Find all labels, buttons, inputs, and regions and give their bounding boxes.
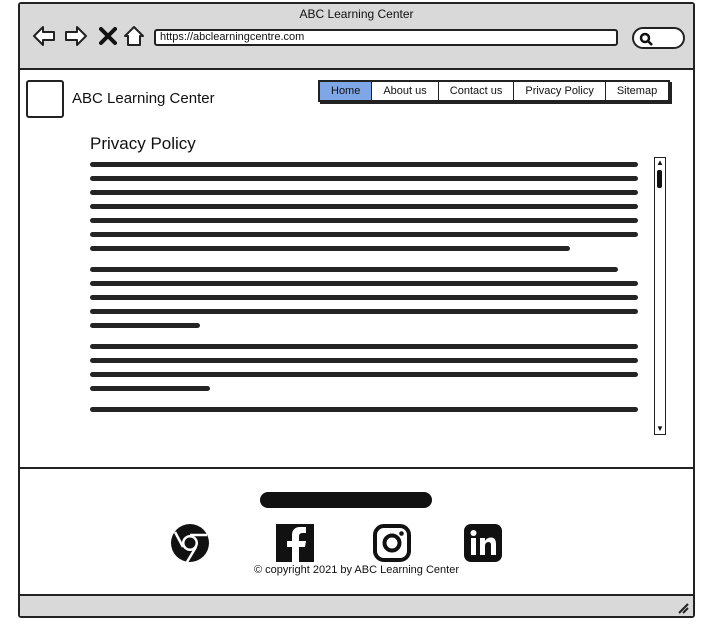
- browser-statusbar: [20, 594, 693, 616]
- address-bar[interactable]: https://abclearningcentre.com: [154, 29, 618, 46]
- policy-text-area: [90, 158, 650, 438]
- forward-arrow-icon[interactable]: [64, 24, 88, 48]
- copyright-text: © copyright 2021 by ABC Learning Center: [253, 564, 459, 576]
- placeholder-text-line: [90, 323, 200, 328]
- site-logo[interactable]: [26, 80, 64, 118]
- page-title: Privacy Policy: [90, 134, 196, 153]
- scroll-up-icon[interactable]: ▲: [655, 158, 665, 168]
- placeholder-text-line: [90, 204, 638, 209]
- site-name: ABC Learning Center: [72, 90, 215, 107]
- instagram-icon[interactable]: [372, 523, 412, 563]
- placeholder-text-line: [90, 267, 618, 272]
- browser-titlebar: ABC Learning Center https://abclearningc…: [20, 4, 693, 70]
- resize-grip-icon[interactable]: [675, 600, 689, 614]
- placeholder-text-line: [90, 246, 570, 251]
- window-title: ABC Learning Center: [299, 7, 414, 21]
- placeholder-text-line: [90, 372, 638, 377]
- scroll-down-icon[interactable]: ▼: [655, 424, 665, 434]
- nav-privacy-policy[interactable]: Privacy Policy: [514, 82, 606, 100]
- placeholder-text-line: [90, 407, 638, 412]
- placeholder-text-line: [90, 386, 210, 391]
- footer-placeholder-text: [260, 492, 432, 508]
- placeholder-text-line: [90, 162, 638, 167]
- placeholder-text-line: [90, 281, 638, 286]
- placeholder-text-line: [90, 232, 638, 237]
- placeholder-text-line: [90, 344, 638, 349]
- footer-divider: [20, 467, 693, 469]
- content-scrollbar[interactable]: ▲ ▼: [654, 157, 666, 435]
- nav-sitemap[interactable]: Sitemap: [606, 82, 668, 100]
- nav-contact-us[interactable]: Contact us: [439, 82, 515, 100]
- policy-paragraph-2: [90, 267, 650, 328]
- placeholder-text-line: [90, 358, 638, 363]
- linkedin-icon[interactable]: [463, 523, 503, 563]
- policy-paragraph-1: [90, 162, 650, 251]
- placeholder-text-line: [90, 190, 638, 195]
- nav-about-us[interactable]: About us: [372, 82, 439, 100]
- placeholder-text-line: [90, 218, 638, 223]
- main-navigation: Home About us Contact us Privacy Policy …: [318, 80, 671, 102]
- policy-paragraph-3: [90, 344, 650, 391]
- search-button[interactable]: [632, 27, 685, 49]
- placeholder-text-line: [90, 295, 638, 300]
- close-icon[interactable]: [96, 24, 120, 48]
- facebook-icon[interactable]: [275, 523, 315, 563]
- nav-home[interactable]: Home: [320, 82, 373, 100]
- home-icon[interactable]: [122, 24, 146, 48]
- placeholder-text-line: [90, 309, 638, 314]
- chrome-icon[interactable]: [170, 523, 210, 563]
- scroll-thumb[interactable]: [657, 170, 662, 188]
- policy-paragraph-4: [90, 407, 650, 412]
- placeholder-text-line: [90, 176, 638, 181]
- back-arrow-icon[interactable]: [32, 24, 56, 48]
- search-icon: [639, 32, 653, 46]
- browser-window: ABC Learning Center https://abclearningc…: [18, 2, 695, 618]
